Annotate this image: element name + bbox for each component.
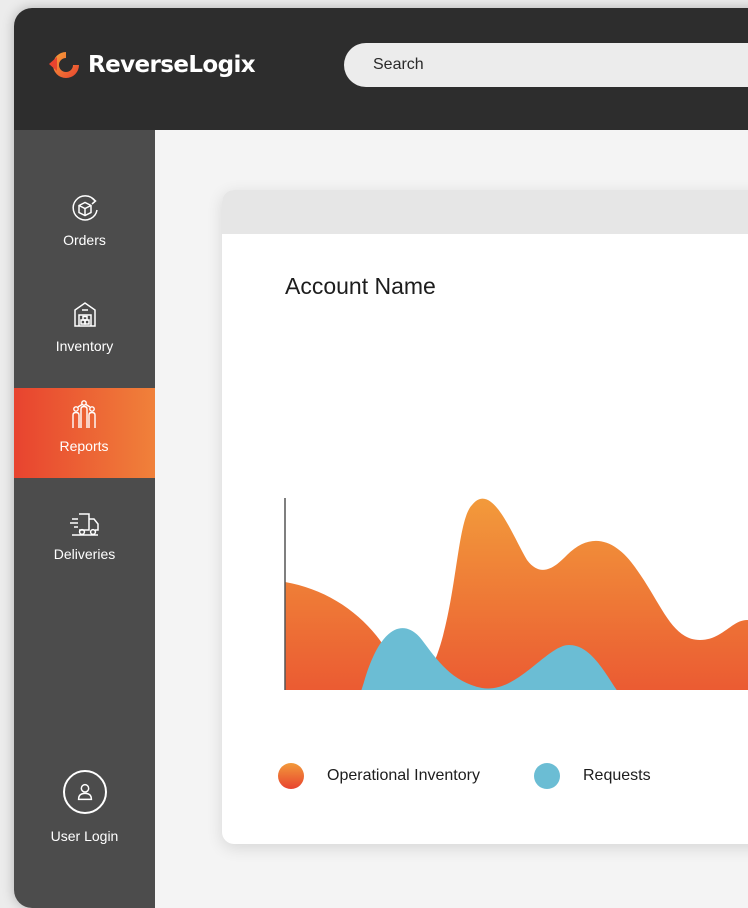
legend-label: Operational Inventory (327, 767, 480, 784)
card-title: Account Name (285, 273, 436, 299)
series-operational-inventory-area (285, 498, 748, 690)
sidebar-item-orders[interactable]: Orders (14, 182, 155, 272)
warehouse-icon (73, 302, 96, 327)
reports-people-icon (72, 400, 96, 428)
sidebar: Orders Inventory Reports Deliveries User… (14, 130, 155, 908)
delivery-truck-icon (69, 513, 99, 536)
brand-logo[interactable]: ReverseLogix (46, 48, 256, 82)
legend-swatch-orange (278, 763, 304, 789)
report-card: Account Name 010203040506070809 Opera (222, 190, 748, 844)
legend-swatch-blue (533, 763, 560, 789)
sidebar-item-label: Inventory (55, 338, 114, 354)
area-chart: 010203040506070809 (284, 498, 748, 690)
user-login-label: User Login (50, 828, 119, 844)
reverselogix-logo-icon (49, 52, 79, 78)
legend-label: Requests (582, 767, 651, 784)
search-placeholder: Search (373, 56, 424, 73)
box-cycle-icon (71, 195, 98, 221)
sidebar-item-inventory[interactable]: Inventory (14, 288, 155, 378)
chart-legend: Operational Inventory Requests (278, 763, 705, 789)
sidebar-item-deliveries[interactable]: Deliveries (14, 496, 155, 586)
legend-item-requests[interactable]: Requests (533, 763, 651, 789)
main-content: Account Name 010203040506070809 Opera (155, 130, 748, 908)
card-header (222, 190, 748, 234)
sidebar-item-label: Reports (59, 438, 109, 454)
sidebar-item-label: Orders (63, 232, 106, 248)
brand-name: ReverseLogix (88, 52, 256, 78)
legend-item-operational-inventory[interactable]: Operational Inventory (278, 763, 480, 789)
user-icon (62, 770, 107, 814)
user-login-button[interactable]: User Login (14, 770, 155, 880)
app-window: ReverseLogix Search Orders Inventory Rep… (14, 8, 748, 908)
sidebar-item-label: Deliveries (53, 546, 116, 562)
search-input[interactable]: Search (344, 43, 748, 87)
top-bar: ReverseLogix Search (14, 8, 748, 130)
sidebar-item-reports[interactable]: Reports (14, 388, 155, 478)
